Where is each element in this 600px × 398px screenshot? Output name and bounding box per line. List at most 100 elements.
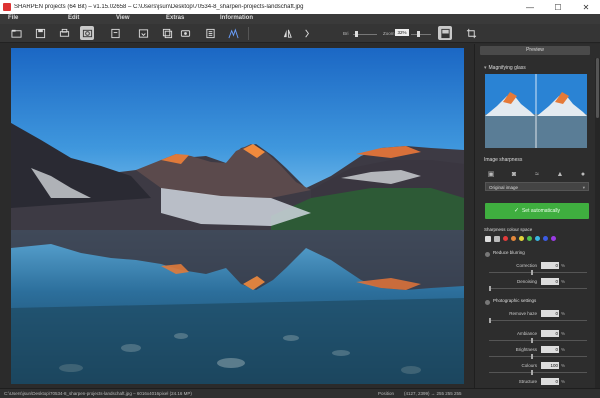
title-bar: SHARPEN projects (64 Bit) – v1.15.02658 … — [0, 0, 600, 14]
app-window: SHARPEN projects (64 Bit) – v1.15.02658 … — [0, 0, 600, 398]
import-icon[interactable] — [136, 26, 150, 40]
denoising-slider-knob[interactable] — [489, 286, 491, 291]
swatch-neutral[interactable] — [494, 235, 500, 242]
menu-file[interactable]: File — [8, 15, 18, 21]
person-icon[interactable]: ● — [577, 168, 589, 180]
swatch-red[interactable] — [503, 236, 508, 241]
image-mode-value: Original image — [489, 185, 519, 190]
zoom-value[interactable]: 32% — [395, 29, 409, 36]
colors-slider[interactable] — [489, 372, 587, 373]
remove-haze-input[interactable]: 0 — [541, 310, 559, 317]
zoom-slider-knob[interactable] — [417, 31, 420, 37]
minimize-button[interactable]: — — [516, 0, 544, 14]
reduce-blur-toggle[interactable] — [485, 252, 490, 257]
brightness-label-panel: Brightness — [515, 347, 537, 352]
remove-haze-slider-knob[interactable] — [489, 318, 491, 323]
zoom-slider[interactable] — [411, 34, 431, 35]
colors-slider-knob[interactable] — [531, 370, 533, 375]
denoising-unit: % — [561, 279, 566, 284]
image-canvas[interactable] — [0, 44, 474, 388]
save-icon[interactable] — [33, 26, 47, 40]
correction-slider-knob[interactable] — [531, 270, 533, 275]
side-panel: Preview ▾ Magnifying glass Image sharpnes… — [474, 44, 600, 388]
correction-slider[interactable] — [489, 272, 587, 273]
structure-label: Structure — [518, 379, 537, 384]
swatch-cyan[interactable] — [535, 236, 540, 241]
brightness-unit: % — [561, 347, 566, 352]
photo-preview[interactable] — [11, 48, 464, 384]
mountain-icon[interactable]: ▲ — [554, 168, 566, 180]
scrollbar-thumb[interactable] — [596, 58, 599, 118]
swatch-orange[interactable] — [511, 236, 516, 241]
ambiance-unit: % — [561, 331, 566, 336]
photo-settings-toggle[interactable] — [485, 300, 490, 305]
image-mode-select[interactable]: Original image ▾ — [485, 182, 589, 191]
colors-input[interactable]: 100 — [541, 362, 559, 369]
split-view-icon[interactable] — [438, 26, 452, 40]
chevron-down-icon: ▾ — [582, 185, 585, 190]
remove-haze-row: Remove haze 0 % — [485, 310, 589, 318]
ambiance-slider-knob[interactable] — [531, 338, 533, 343]
ambiance-row: Ambiance 0 % — [485, 330, 589, 338]
swatch-blue[interactable] — [543, 236, 548, 241]
menu-extras[interactable]: Extras — [166, 15, 184, 21]
color-swatches — [485, 235, 556, 242]
info-icon[interactable] — [203, 26, 217, 40]
magnifier-title-label: Magnifying glass — [488, 65, 526, 71]
toolbar: Bri Zoom 32% — [0, 24, 600, 43]
histogram-icon[interactable] — [226, 26, 240, 40]
menu-information[interactable]: Information — [220, 15, 253, 21]
swatch-purple[interactable] — [551, 236, 556, 241]
denoising-slider[interactable] — [489, 288, 587, 289]
crop-icon[interactable] — [464, 26, 478, 40]
remove-haze-label: Remove haze — [509, 311, 537, 316]
menu-edit[interactable]: Edit — [68, 15, 79, 21]
ambiance-slider[interactable] — [489, 340, 587, 341]
view-single-icon[interactable]: ▣ — [485, 168, 497, 180]
menu-view[interactable]: View — [116, 15, 130, 21]
camera-icon[interactable]: ◙ — [508, 168, 520, 180]
check-icon: ✓ — [513, 208, 519, 214]
remove-haze-slider[interactable] — [489, 320, 587, 321]
transfer-icon[interactable] — [178, 26, 192, 40]
export-icon[interactable] — [108, 26, 122, 40]
wave-icon[interactable]: ≈ — [531, 168, 543, 180]
open-icon[interactable] — [9, 26, 23, 40]
photo-settings-title: Photographic settings — [493, 298, 537, 303]
brightness-input[interactable]: 0 — [541, 346, 559, 353]
panel-scrollbar[interactable] — [595, 58, 600, 388]
sharpness-icons: ▣ ◙ ≈ ▲ ● — [485, 168, 589, 180]
swatch-yellow[interactable] — [519, 236, 524, 241]
magnifier-section-title[interactable]: ▾ Magnifying glass — [484, 65, 526, 71]
brightness-label: Bri — [343, 31, 349, 36]
correction-unit: % — [561, 263, 566, 268]
batch-icon[interactable] — [160, 26, 174, 40]
app-logo-icon — [3, 3, 11, 11]
compare-icon[interactable] — [280, 26, 294, 40]
print-icon[interactable] — [57, 26, 71, 40]
close-button[interactable]: ✕ — [572, 0, 600, 14]
structure-input[interactable]: 0 — [541, 378, 559, 385]
correction-input[interactable]: 0 — [541, 262, 559, 269]
photo-icon[interactable] — [80, 26, 94, 40]
caret-down-icon: ▾ — [484, 65, 487, 71]
brightness-slider-knob[interactable] — [355, 31, 358, 37]
auto-sharpen-label: Set automatically — [521, 208, 561, 214]
auto-sharpen-button[interactable]: ✓ Set automatically — [485, 203, 589, 219]
ambiance-input[interactable]: 0 — [541, 330, 559, 337]
next-icon[interactable] — [300, 26, 314, 40]
colors-row: Colours 100 % — [485, 362, 589, 370]
magnifier-preview[interactable] — [485, 74, 587, 148]
status-path: C:\Users\jsun\Desktop\70534-8_sharpen-pr… — [4, 391, 192, 396]
brightness-panel-slider-knob[interactable] — [531, 354, 533, 359]
zoom-label: Zoom — [383, 31, 395, 36]
status-position-label: Position — [378, 391, 395, 396]
structure-row: Structure 0 % — [485, 378, 589, 386]
denoising-input[interactable]: 0 — [541, 278, 559, 285]
correction-row: Correction 0 % — [485, 262, 589, 270]
brightness-panel-slider[interactable] — [489, 356, 587, 357]
swatch-green[interactable] — [527, 236, 532, 241]
preview-button[interactable]: Preview — [480, 46, 590, 55]
maximize-button[interactable]: ☐ — [544, 0, 572, 14]
swatch-all[interactable] — [485, 235, 491, 242]
